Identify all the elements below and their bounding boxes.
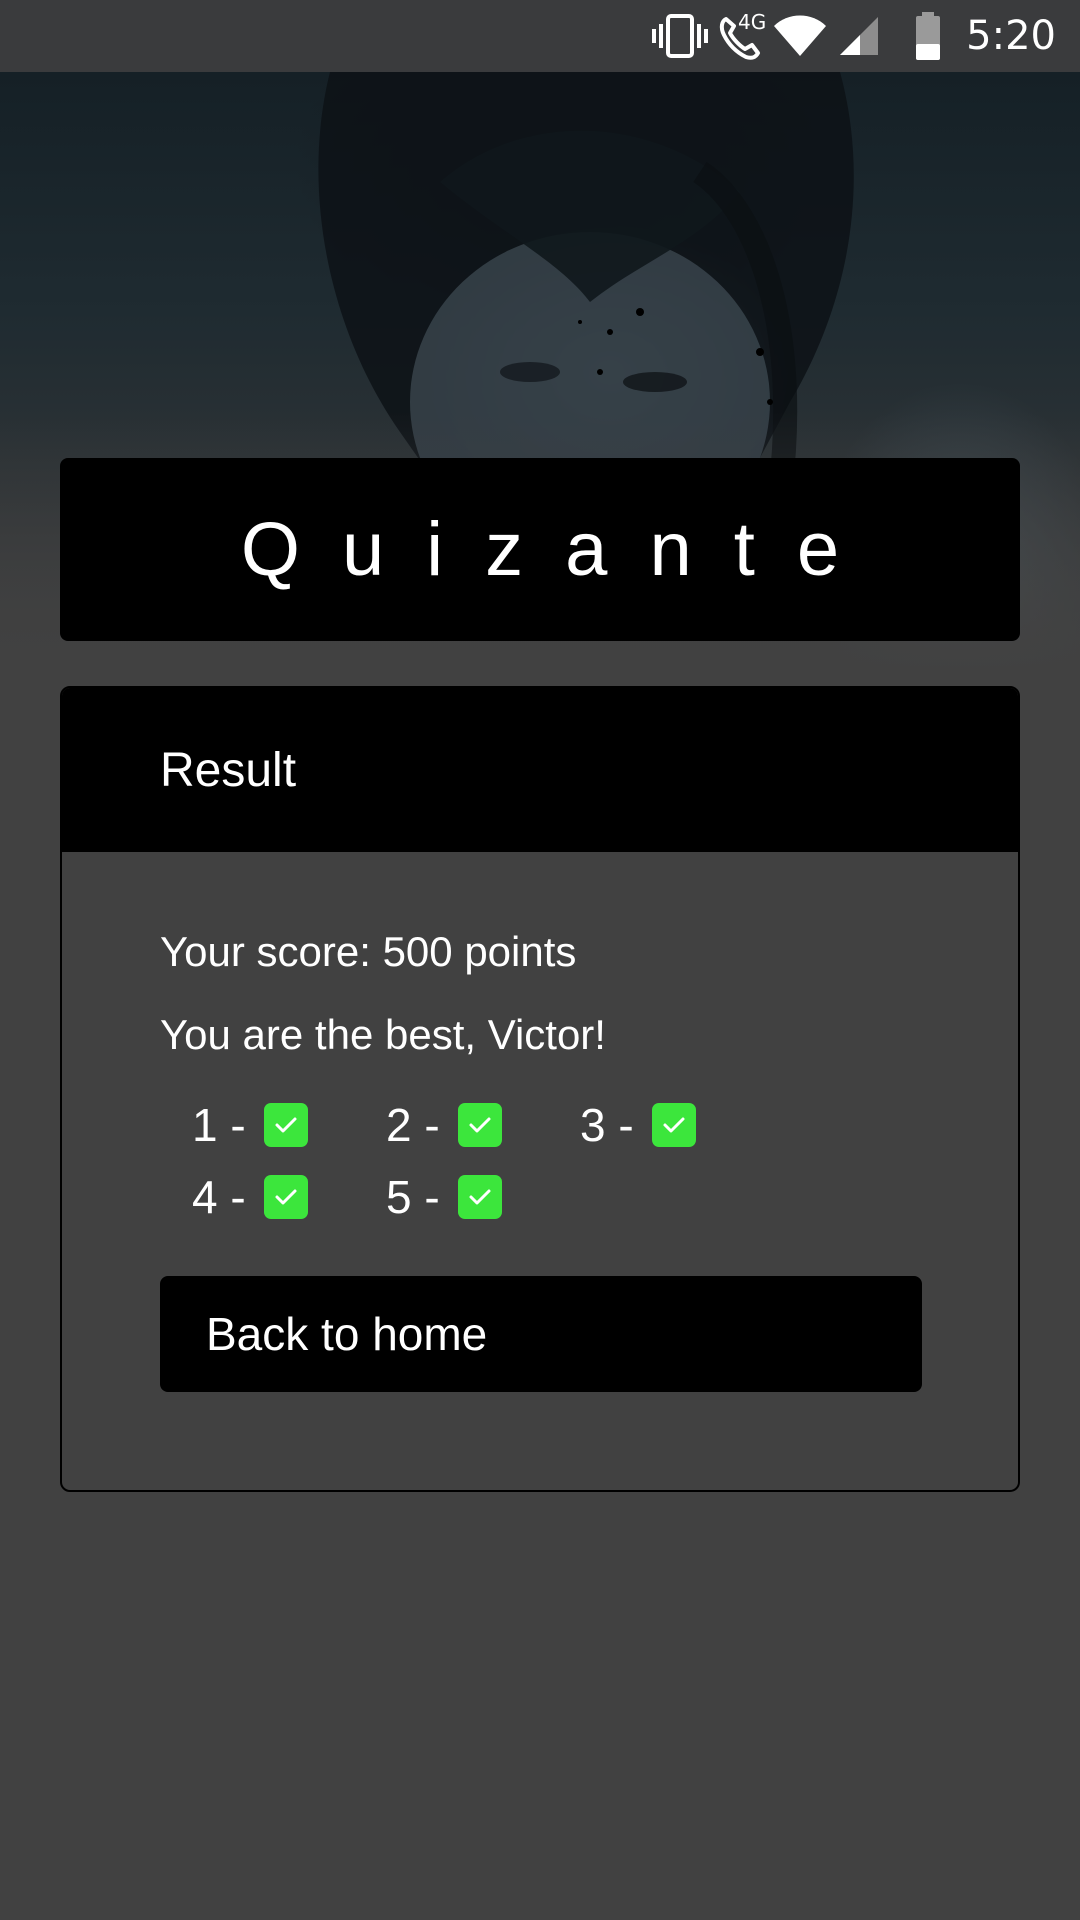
answer-label: 2 -	[386, 1099, 440, 1151]
network-type-label: 4G	[738, 10, 767, 34]
battery-icon	[914, 0, 942, 72]
app-title: Quizante	[240, 507, 882, 592]
answer-label: 1 -	[192, 1099, 246, 1151]
answer-item: 2 -	[386, 1099, 580, 1151]
signal-icon	[838, 0, 880, 72]
checkmark-icon	[651, 1103, 696, 1147]
answer-label: 3 -	[580, 1099, 634, 1151]
answer-item: 5 -	[386, 1171, 580, 1223]
answer-label: 5 -	[386, 1171, 440, 1223]
checkmark-icon	[457, 1103, 502, 1147]
result-header-title: Result	[160, 743, 297, 797]
checkmark-icon	[457, 1175, 502, 1219]
wifi-icon	[772, 0, 828, 72]
answer-item: 4 -	[192, 1171, 386, 1223]
status-bar: 4G 5:20	[0, 0, 1080, 72]
result-message: You are the best, Victor!	[160, 1011, 606, 1058]
result-card: Result Your score: 500 points You are th…	[60, 686, 1020, 1492]
checkmark-icon	[263, 1175, 308, 1219]
answer-item: 1 -	[192, 1099, 386, 1151]
back-to-home-button[interactable]: Back to home	[160, 1276, 922, 1392]
checkmark-icon	[263, 1103, 308, 1147]
answer-item: 3 -	[580, 1099, 774, 1151]
answers-list: 1 - 2 - 3 - 4 - 5 -	[192, 1099, 952, 1223]
answer-label: 4 -	[192, 1171, 246, 1223]
score-text: Your score: 500 points	[160, 928, 577, 975]
result-header: Result	[62, 688, 1018, 852]
vibrate-icon	[652, 0, 708, 72]
app-title-card: Quizante	[60, 458, 1020, 641]
status-time: 5:20	[966, 13, 1056, 59]
